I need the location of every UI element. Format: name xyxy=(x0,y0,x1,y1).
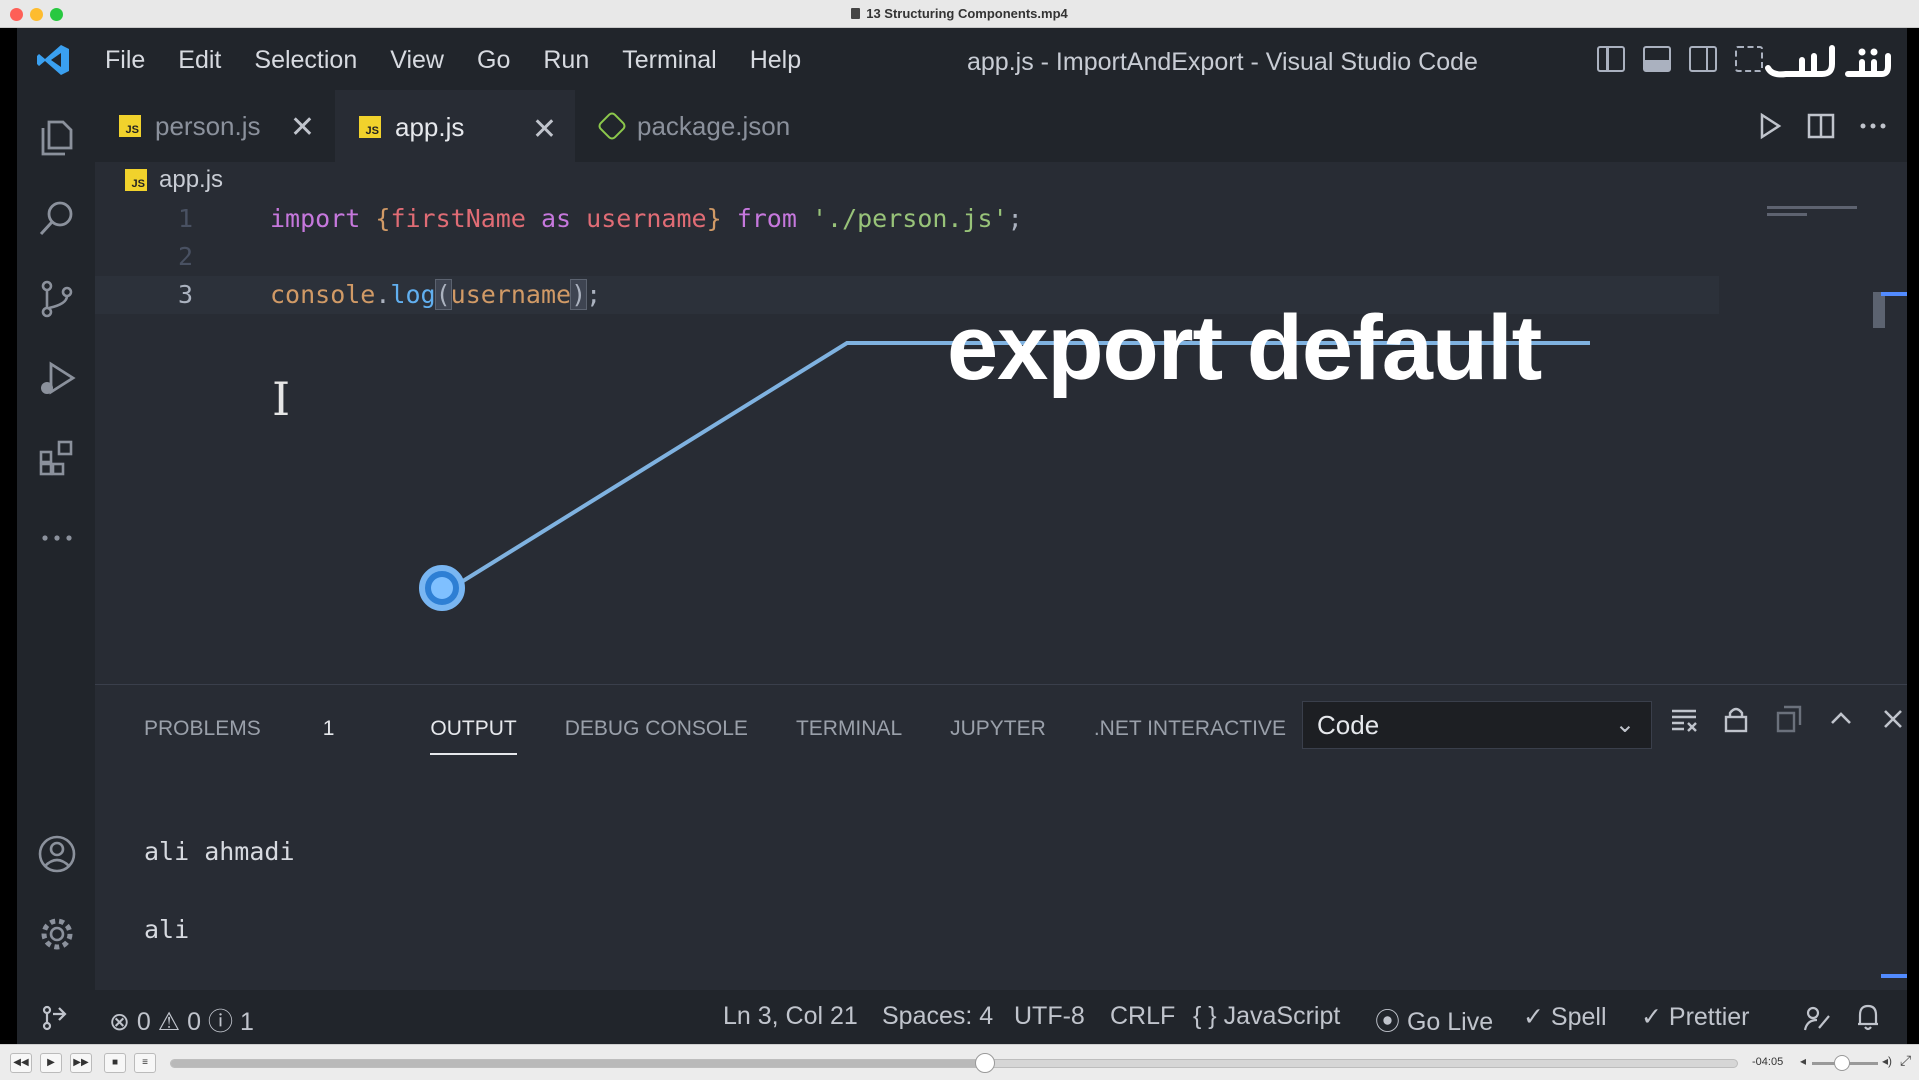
clear-output-icon[interactable] xyxy=(1670,705,1698,733)
spell-check-status[interactable]: ✓ Spell xyxy=(1523,1002,1607,1032)
video-player-bar: ◀◀ ▶ ▶▶ ■ ≡ -04:05 ◂ ◂) ⤢ xyxy=(0,1044,1919,1080)
tab-terminal[interactable]: TERMINAL xyxy=(796,717,902,755)
open-in-editor-icon[interactable] xyxy=(1774,705,1802,733)
volume-high-icon: ◂) xyxy=(1882,1054,1893,1068)
volume-handle[interactable] xyxy=(1834,1055,1850,1071)
remote-icon[interactable] xyxy=(39,1004,69,1032)
video-file-icon xyxy=(851,8,861,19)
chevron-down-icon: ⌄ xyxy=(1614,711,1635,738)
indentation-status[interactable]: Spaces: 4 xyxy=(882,1002,993,1031)
scrollbar-marker xyxy=(1881,974,1907,978)
notifications-bell-icon[interactable] xyxy=(1855,1002,1881,1032)
mac-window-title: 13 Structuring Components.mp4 xyxy=(0,6,1919,21)
output-line: ali ahmadi xyxy=(144,837,295,866)
tab-jupyter[interactable]: JUPYTER xyxy=(950,717,1046,755)
encoding-status[interactable]: UTF-8 xyxy=(1014,1002,1085,1031)
go-live-button[interactable]: ⦿ Go Live xyxy=(1375,1002,1493,1038)
fast-forward-button[interactable]: ▶▶ xyxy=(70,1053,92,1073)
check-icon: ✓ xyxy=(1523,1003,1544,1031)
tab-output[interactable]: OUTPUT xyxy=(430,717,518,755)
prettier-status[interactable]: ✓ Prettier xyxy=(1641,1002,1750,1032)
playlist-button[interactable]: ≡ xyxy=(134,1053,156,1073)
mac-window-bar: 13 Structuring Components.mp4 xyxy=(0,0,1919,28)
seek-bar-fill xyxy=(171,1060,986,1067)
warning-icon: ⚠ xyxy=(157,1008,181,1036)
callout-anchor-core xyxy=(431,577,453,599)
bottom-panel: PROBLEMS 1 OUTPUT DEBUG CONSOLE TERMINAL … xyxy=(95,684,1907,990)
overlay-title: export default xyxy=(947,297,1542,399)
braces-icon: { } xyxy=(1193,1002,1217,1030)
error-icon: ⊗ xyxy=(109,1008,130,1036)
close-panel-icon[interactable] xyxy=(1880,705,1906,733)
accounts-icon[interactable] xyxy=(37,834,77,874)
rewind-button[interactable]: ◀◀ xyxy=(10,1053,32,1073)
tab-problems[interactable]: PROBLEMS 1 xyxy=(144,717,382,755)
seek-bar[interactable] xyxy=(170,1059,1738,1068)
tab-debug-console[interactable]: DEBUG CONSOLE xyxy=(565,717,748,755)
panel-tabs: PROBLEMS 1 OUTPUT DEBUG CONSOLE TERMINAL … xyxy=(144,717,1334,755)
fullscreen-icon[interactable]: ⤢ xyxy=(1900,1052,1911,1069)
panel-actions xyxy=(1670,705,1906,733)
broadcast-icon: ⦿ xyxy=(1375,1008,1401,1036)
status-bar: ⊗ 0 ⚠ 0 ⓘ 1 Ln 3, Col 21 Spaces: 4 UTF-8… xyxy=(17,990,1907,1044)
volume-low-icon: ◂ xyxy=(1800,1054,1807,1068)
lock-scroll-icon[interactable] xyxy=(1724,705,1748,733)
language-mode-status[interactable]: { } JavaScript xyxy=(1193,1002,1340,1031)
double-check-icon: ✓ xyxy=(1641,1003,1662,1031)
cursor-position-status[interactable]: Ln 3, Col 21 xyxy=(723,1002,858,1031)
vscode-window: File Edit Selection View Go Run Terminal… xyxy=(17,28,1907,1044)
output-line: ali xyxy=(144,915,190,944)
seek-handle[interactable] xyxy=(975,1053,996,1073)
play-button[interactable]: ▶ xyxy=(40,1053,62,1073)
info-icon: ⓘ xyxy=(208,1008,234,1036)
maximize-panel-icon[interactable] xyxy=(1828,705,1854,733)
problems-count-badge: 1 xyxy=(322,717,335,740)
stop-button[interactable]: ■ xyxy=(104,1053,126,1073)
feedback-icon[interactable] xyxy=(1803,1004,1831,1032)
problems-status[interactable]: ⊗ 0 ⚠ 0 ⓘ 1 xyxy=(109,1002,254,1038)
remaining-time: -04:05 xyxy=(1752,1056,1784,1068)
eol-status[interactable]: CRLF xyxy=(1110,1002,1175,1031)
output-channel-select[interactable]: Code ⌄ xyxy=(1302,701,1652,749)
manage-gear-icon[interactable] xyxy=(37,914,77,954)
tab-dotnet-interactive[interactable]: .NET INTERACTIVE xyxy=(1094,717,1286,755)
